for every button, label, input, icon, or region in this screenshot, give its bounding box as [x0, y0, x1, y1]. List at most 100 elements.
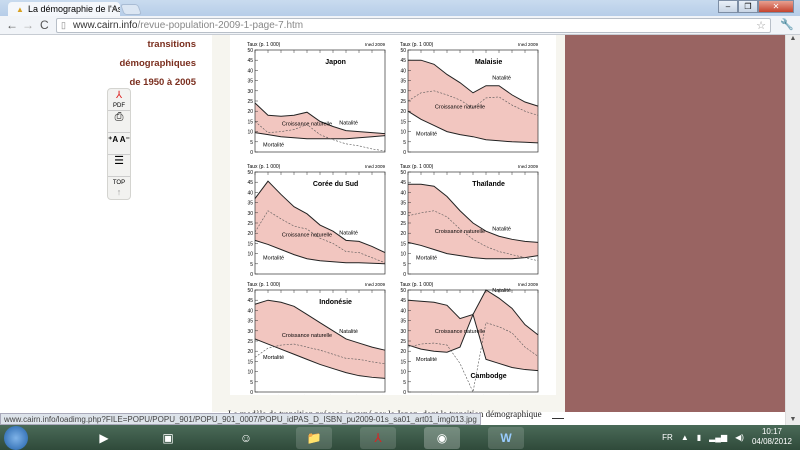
y-tick-label: 50: [400, 288, 406, 294]
power-icon[interactable]: ▮: [697, 433, 701, 442]
store-icon[interactable]: ▣: [150, 427, 186, 449]
y-tick-label: 15: [247, 119, 253, 125]
top-arrow-icon: ↑: [116, 187, 122, 197]
y-tick-label: 20: [400, 109, 406, 115]
taskbar: ▶ ▣ ☺ 📁 ⅄ ◉ W FR ▲ ▮ ▂▄▆ ◀) 10:17 04/08/2…: [0, 425, 800, 450]
url-host: www.cairn.info: [73, 20, 138, 31]
language-indicator[interactable]: FR: [662, 433, 673, 442]
y-tick-label: 45: [400, 180, 406, 186]
mortalite-label: Mortalité: [416, 357, 437, 363]
y-tick-label: 30: [247, 89, 253, 95]
y-tick-label: 25: [247, 339, 253, 345]
print-button[interactable]: ⎙: [108, 111, 130, 133]
start-button[interactable]: [4, 426, 28, 450]
chrome-icon[interactable]: ◉: [424, 427, 460, 449]
y-tick-label: 40: [400, 308, 406, 314]
panel-title: Cambodge: [471, 373, 507, 380]
y-tick-label: 35: [247, 79, 253, 85]
acrobat-icon[interactable]: ⅄: [360, 427, 396, 449]
y-tick-label: 25: [400, 99, 406, 105]
messenger-icon[interactable]: ☺: [228, 427, 264, 449]
chart-figure[interactable]: Taux (p. 1 000) Ined 2009 0 5 10 15 20 25 30 35 40…: [230, 35, 556, 412]
clock[interactable]: 10:17 04/08/2012: [752, 427, 792, 447]
y-tick-label: 5: [250, 380, 253, 386]
forward-icon[interactable]: →: [22, 18, 34, 32]
right-margin: [565, 35, 785, 412]
y-tick-label: 30: [400, 329, 406, 335]
mortalite-label: Mortalité: [416, 256, 437, 262]
browser-tab[interactable]: ▲ La démographie de l'Asie ×: [8, 2, 120, 16]
print-icon: ⎙: [114, 111, 124, 123]
clock-time: 10:17: [761, 427, 782, 436]
panel-title: Thaïlande: [472, 181, 505, 188]
mortalite-label: Mortalité: [263, 256, 284, 262]
close-window-button[interactable]: ✕: [758, 0, 794, 13]
scroll-down-icon[interactable]: ▼: [786, 416, 800, 423]
chart-panel-4: Taux (p. 1 000) Ined 20090510152025303540…: [236, 282, 386, 412]
y-tick-label: 35: [247, 319, 253, 325]
back-icon[interactable]: ←: [6, 18, 18, 32]
restore-button[interactable]: ❐: [738, 0, 758, 13]
y-tick-label: 45: [400, 58, 406, 64]
croissance-label: Croissance naturelle: [435, 229, 485, 235]
sidebar-heading: transitions démographiques de 1950 à 200…: [119, 35, 196, 92]
y-tick-label: 50: [400, 48, 406, 54]
word-icon[interactable]: W: [488, 427, 524, 449]
chart-panel-2: Taux (p. 1 000) Ined 20090510152025303540…: [247, 164, 385, 278]
source-label: Ined 2009: [518, 282, 539, 287]
pdf-label: PDF: [113, 103, 125, 109]
charts-svg: Taux (p. 1 000) Ined 20090510152025303540…: [236, 42, 539, 412]
panel-title: Japon: [325, 59, 346, 66]
y-tick-label: 0: [403, 272, 406, 278]
font-size-button[interactable]: ⁺A A⁻: [108, 133, 130, 155]
windows-media-icon[interactable]: ▶: [86, 427, 122, 449]
croissance-label: Croissance naturelle: [435, 105, 485, 111]
natalite-label: Natalité: [339, 329, 358, 335]
list-add-icon: ☰: [114, 155, 124, 167]
source-label: Ined 2009: [365, 42, 386, 47]
y-tick-label: 30: [400, 211, 406, 217]
natalite-label: Natalité: [492, 76, 511, 82]
y-tick-label: 35: [400, 79, 406, 85]
tray-expand-icon[interactable]: ▲: [681, 433, 689, 442]
add-list-button[interactable]: ☰: [108, 155, 130, 177]
reload-icon[interactable]: C: [40, 18, 49, 32]
new-tab-button[interactable]: [119, 4, 143, 15]
network-icon[interactable]: ▂▄▆: [709, 433, 727, 442]
natural-growth-area: [255, 181, 385, 264]
mortalite-label: Mortalité: [416, 131, 437, 137]
y-tick-label: 5: [403, 262, 406, 268]
panel-title: Indonésie: [319, 299, 352, 306]
y-tick-label: 40: [247, 68, 253, 74]
volume-icon[interactable]: ◀): [735, 433, 744, 442]
system-tray: FR ▲ ▮ ▂▄▆ ◀) 10:17 04/08/2012: [662, 427, 792, 447]
top-button[interactable]: TOP ↑: [108, 177, 130, 199]
y-tick-label: 25: [400, 221, 406, 227]
close-tab-icon[interactable]: ×: [112, 4, 117, 14]
sidebar-line: transitions: [147, 39, 196, 50]
sidebar-line: démographiques: [119, 58, 196, 69]
y-tick-label: 40: [247, 308, 253, 314]
source-label: Ined 2009: [365, 164, 386, 169]
minimize-button[interactable]: –: [718, 0, 738, 13]
y-tick-label: 50: [400, 170, 406, 176]
y-tick-label: 35: [247, 201, 253, 207]
y-tick-label: 20: [247, 349, 253, 355]
y-tick-label: 15: [400, 119, 406, 125]
y-tick-label: 40: [247, 190, 253, 196]
chart-panel-5: Taux (p. 1 000) Ined 20090510152025303540…: [389, 282, 539, 412]
y-tick-label: 10: [400, 130, 406, 136]
wrench-icon[interactable]: 🔧: [780, 18, 794, 31]
bookmark-star-icon[interactable]: ☆: [756, 19, 766, 32]
y-tick-label: 15: [400, 359, 406, 365]
explorer-icon[interactable]: 📁: [296, 427, 332, 449]
x-tick-label: 1950-1955: [389, 394, 409, 395]
y-tick-label: 45: [400, 298, 406, 304]
scrollbar[interactable]: ▲ ▼: [785, 35, 800, 425]
address-bar[interactable]: ▯ www.cairn.info/revue-population-2009-1-…: [56, 18, 771, 33]
font-size-icon: ⁺A A⁻: [108, 135, 130, 144]
mortalite-label: Mortalité: [263, 143, 284, 149]
scroll-up-icon[interactable]: ▲: [786, 35, 800, 42]
y-tick-label: 20: [247, 231, 253, 237]
pdf-button[interactable]: ⅄ PDF: [108, 89, 130, 111]
